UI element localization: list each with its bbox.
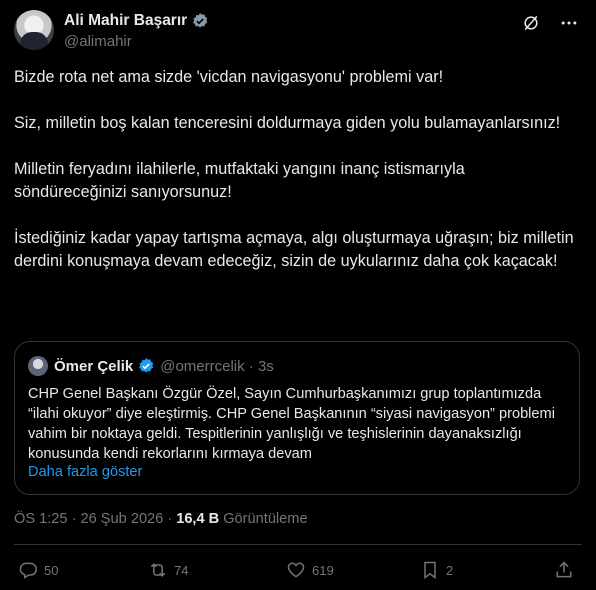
quoted-tweet-header: Ömer Çelik @omerrcelik · 3s xyxy=(28,356,274,376)
verified-badge-icon xyxy=(137,357,155,375)
reply-button[interactable]: 50 xyxy=(18,560,58,580)
more-icon[interactable] xyxy=(558,12,580,34)
tweet-paragraph: Bizde rota net ama sizde 'vicdan navigas… xyxy=(14,68,444,86)
like-count: 619 xyxy=(312,562,334,578)
author-handle[interactable]: @alimahir xyxy=(64,33,132,50)
reply-icon xyxy=(19,562,38,579)
quoted-tweet[interactable]: Ömer Çelik @omerrcelik · 3s CHP Genel Ba… xyxy=(14,341,580,495)
quoted-author-handle-time: @omerrcelik · 3s xyxy=(160,357,274,375)
show-more-link[interactable]: Daha fazla göster xyxy=(28,464,142,480)
author-name-row: Ali Mahir Başarır xyxy=(64,12,209,30)
tweet-actions: 50 74 619 2 xyxy=(14,560,582,586)
reply-count: 50 xyxy=(44,562,59,578)
views-count: 16,4 B xyxy=(176,511,220,527)
quoted-tweet-text: CHP Genel Başkanı Özgür Özel, Sayın Cumh… xyxy=(28,386,555,462)
repost-button[interactable]: 74 xyxy=(148,560,188,580)
views-label: Görüntüleme xyxy=(223,511,308,527)
tweet-header: Ali Mahir Başarır @alimahir xyxy=(14,10,582,52)
tweet-paragraph: Siz, milletin boş kalan tenceresini dold… xyxy=(14,114,561,132)
bookmark-icon xyxy=(424,561,436,579)
verified-badge-icon[interactable] xyxy=(191,12,209,30)
tweet-text: Bizde rota net ama sizde 'vicdan navigas… xyxy=(14,66,580,273)
repost-icon xyxy=(150,563,166,577)
tweet-timestamp[interactable]: ÖS 1:25 · 26 Şub 2026 · xyxy=(14,511,172,527)
grok-icon[interactable] xyxy=(520,12,542,34)
like-icon xyxy=(287,562,305,578)
tweet-paragraph: İstediğiniz kadar yapay tartışma açmaya,… xyxy=(14,229,574,270)
header-actions xyxy=(520,12,580,34)
quoted-author-name: Ömer Çelik xyxy=(54,357,134,375)
bookmark-count: 2 xyxy=(446,562,454,578)
share-icon xyxy=(556,561,572,578)
repost-count: 74 xyxy=(174,562,189,578)
divider xyxy=(14,544,582,545)
author-avatar[interactable] xyxy=(14,10,54,50)
author-name[interactable]: Ali Mahir Başarır xyxy=(64,12,187,30)
tweet-meta: ÖS 1:25 · 26 Şub 2026 · 16,4 B Görüntüle… xyxy=(14,511,308,527)
like-button[interactable]: 619 xyxy=(286,560,334,580)
bookmark-button[interactable]: 2 xyxy=(420,560,453,580)
tweet-paragraph: Milletin feryadını ilahilerle, mutfaktak… xyxy=(14,160,465,201)
share-button[interactable] xyxy=(554,560,580,580)
quoted-author-avatar xyxy=(28,356,48,376)
